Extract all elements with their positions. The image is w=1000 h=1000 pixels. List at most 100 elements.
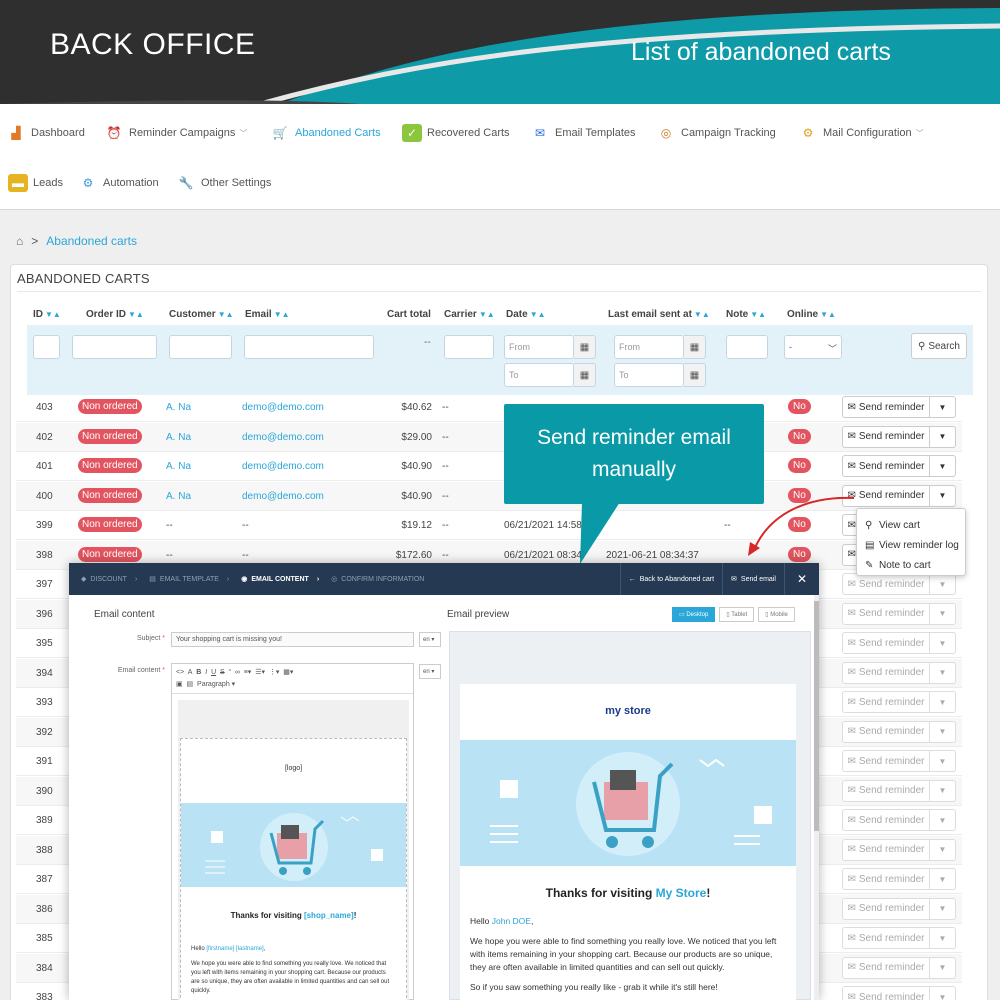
- modal-scrollbar[interactable]: [814, 595, 819, 1000]
- chevron-down-icon[interactable]: ▼: [930, 632, 956, 654]
- chevron-down-icon[interactable]: ▼: [930, 720, 956, 743]
- column-header-order-id[interactable]: Order ID ▼▲: [86, 309, 144, 320]
- filter-last-email-to[interactable]: To: [614, 363, 684, 387]
- filter-id-input[interactable]: [33, 335, 60, 359]
- nav-item-automation[interactable]: ⚙ Automation: [78, 174, 159, 192]
- dropdown-note-to-cart[interactable]: ✎ Note to cart: [857, 555, 965, 575]
- nav-item-campaign-tracking[interactable]: ◎ Campaign Tracking: [656, 124, 776, 142]
- chevron-down-icon[interactable]: ▼: [930, 661, 956, 684]
- calendar-icon[interactable]: ▦: [574, 363, 596, 387]
- send-reminder-button[interactable]: ✉Send reminder: [842, 897, 930, 920]
- send-reminder-button[interactable]: ✉Send reminder: [842, 779, 930, 802]
- send-reminder-button[interactable]: ✉Send reminder: [842, 455, 930, 477]
- chevron-down-icon[interactable]: ▼: [930, 691, 956, 713]
- column-header-customer[interactable]: Customer ▼▲: [169, 309, 234, 320]
- column-header-email[interactable]: Email ▼▲: [245, 309, 290, 320]
- send-reminder-button[interactable]: ✉Send reminder: [842, 809, 930, 831]
- chevron-down-icon[interactable]: ▼: [930, 809, 956, 831]
- back-to-abandoned-cart-button[interactable]: ← Back to Abandoned cart: [619, 563, 722, 595]
- content-language-select[interactable]: en ▾: [419, 664, 441, 679]
- filter-date-from[interactable]: From: [504, 335, 574, 359]
- email-editor[interactable]: <> A B I U S “ ∞ ≡▾ ☰▾ ⋮▾ ▦▾ ▣ ▤ Paragra…: [171, 663, 414, 1000]
- breadcrumb-current[interactable]: Abandoned carts: [46, 234, 137, 248]
- nav-item-reminder-campaigns[interactable]: ⏰ Reminder Campaigns ﹀: [104, 124, 248, 142]
- chevron-down-icon[interactable]: ▼: [930, 897, 956, 920]
- chevron-down-icon[interactable]: ▼: [930, 838, 956, 861]
- nav-item-abandoned-carts[interactable]: 🛒 Abandoned Carts: [270, 124, 381, 142]
- nav-item-email-templates[interactable]: ✉ Email Templates: [530, 124, 636, 142]
- step-confirm-information[interactable]: ◎ CONFIRM INFORMATION: [331, 575, 424, 584]
- chevron-down-icon[interactable]: ▼: [930, 986, 956, 1000]
- scrollbar-thumb[interactable]: [814, 601, 819, 831]
- chevron-down-icon[interactable]: ▼: [930, 927, 956, 949]
- filter-note-input[interactable]: [726, 335, 768, 359]
- filter-order-input[interactable]: [72, 335, 157, 359]
- cart-total: $29.00: [401, 431, 432, 443]
- send-reminder-button[interactable]: ✉Send reminder: [842, 986, 930, 1000]
- search-button[interactable]: ⚲ Search: [911, 333, 967, 359]
- send-reminder-button[interactable]: ✉Send reminder: [842, 691, 930, 713]
- tab-mobile[interactable]: ▯ Mobile: [758, 607, 795, 622]
- tab-desktop[interactable]: ▭ Desktop: [672, 607, 716, 622]
- strike-icon: S: [220, 669, 225, 676]
- send-reminder-button[interactable]: ✉Send reminder: [842, 602, 930, 625]
- calendar-icon[interactable]: ▦: [574, 335, 596, 359]
- nav-item-recovered-carts[interactable]: ✓ Recovered Carts: [402, 124, 510, 142]
- chevron-down-icon[interactable]: ▼: [930, 396, 956, 418]
- close-icon[interactable]: ✕: [783, 563, 819, 595]
- chevron-down-icon[interactable]: ▼: [930, 956, 956, 979]
- column-header-date[interactable]: Date ▼▲: [506, 309, 546, 320]
- nav-item-leads[interactable]: ▬ Leads: [8, 174, 63, 192]
- filter-online-select[interactable]: - ﹀: [784, 335, 842, 359]
- send-email-button[interactable]: ✉ Send email: [722, 563, 784, 595]
- envelope-icon: ✉: [847, 667, 856, 678]
- filter-carrier-input[interactable]: [444, 335, 494, 359]
- send-reminder-button[interactable]: ✉Send reminder: [842, 868, 930, 890]
- subject-language-select[interactable]: en ▾: [419, 632, 441, 647]
- column-header-note[interactable]: Note ▼▲: [726, 309, 766, 320]
- calendar-icon[interactable]: ▦: [684, 363, 706, 387]
- chevron-down-icon[interactable]: ▼: [930, 425, 956, 448]
- subject-field[interactable]: Your shopping cart is missing you!: [171, 632, 414, 647]
- cart-id: 396: [36, 608, 53, 620]
- chevron-down-icon[interactable]: ▼: [930, 484, 956, 507]
- send-reminder-button[interactable]: ✉Send reminder: [842, 396, 930, 418]
- tab-tablet[interactable]: ▯ Tablet: [719, 607, 755, 622]
- chevron-down-icon[interactable]: ▼: [930, 573, 956, 595]
- filter-email-input[interactable]: [244, 335, 374, 359]
- column-header-online[interactable]: Online ▼▲: [787, 309, 836, 320]
- calendar-icon[interactable]: ▦: [684, 335, 706, 359]
- column-header-id[interactable]: ID ▼▲: [33, 309, 61, 320]
- dropdown-view-cart[interactable]: ⚲ View cart: [857, 515, 965, 535]
- dropdown-view-reminder-log[interactable]: ▤ View reminder log: [857, 535, 965, 555]
- send-reminder-button[interactable]: ✉Send reminder: [842, 956, 930, 979]
- filter-customer-input[interactable]: [169, 335, 232, 359]
- order-status-badge: Non ordered: [78, 517, 142, 532]
- chevron-down-icon[interactable]: ▼: [930, 750, 956, 772]
- chevron-down-icon[interactable]: ▼: [930, 602, 956, 625]
- step-discount[interactable]: ◆ DISCOUNT ›: [81, 575, 137, 584]
- nav-item-other-settings[interactable]: 🔧 Other Settings: [176, 174, 272, 192]
- send-reminder-button[interactable]: ✉Send reminder: [842, 632, 930, 654]
- nav-item-dashboard[interactable]: ▟ Dashboard: [6, 124, 84, 142]
- nav-item-mail-configuration[interactable]: ⚙ Mail Configuration ﹀: [798, 124, 924, 142]
- chevron-down-icon[interactable]: ▼: [930, 868, 956, 890]
- send-reminder-button[interactable]: ✉Send reminder: [842, 838, 930, 861]
- column-header-last-email[interactable]: Last email sent at ▼▲: [608, 309, 710, 320]
- send-reminder-button[interactable]: ✉Send reminder: [842, 927, 930, 949]
- filter-last-email-from[interactable]: From: [614, 335, 684, 359]
- send-reminder-button[interactable]: ✉Send reminder: [842, 750, 930, 772]
- column-header-carrier[interactable]: Carrier ▼▲: [444, 309, 495, 320]
- home-icon[interactable]: ⌂: [16, 234, 23, 248]
- email-template-icon: ✉: [534, 126, 546, 140]
- send-reminder-button[interactable]: ✉Send reminder: [842, 425, 930, 448]
- send-reminder-button[interactable]: ✉Send reminder: [842, 720, 930, 743]
- chevron-down-icon[interactable]: ▼: [930, 455, 956, 477]
- step-email-template[interactable]: ▤ EMAIL TEMPLATE ›: [149, 575, 229, 584]
- send-reminder-label: Send reminder: [858, 460, 925, 472]
- send-reminder-button[interactable]: ✉Send reminder: [842, 573, 930, 595]
- send-reminder-button[interactable]: ✉Send reminder: [842, 661, 930, 684]
- chevron-down-icon[interactable]: ▼: [930, 779, 956, 802]
- filter-date-to[interactable]: To: [504, 363, 574, 387]
- step-email-content[interactable]: ◉ EMAIL CONTENT ›: [241, 575, 319, 584]
